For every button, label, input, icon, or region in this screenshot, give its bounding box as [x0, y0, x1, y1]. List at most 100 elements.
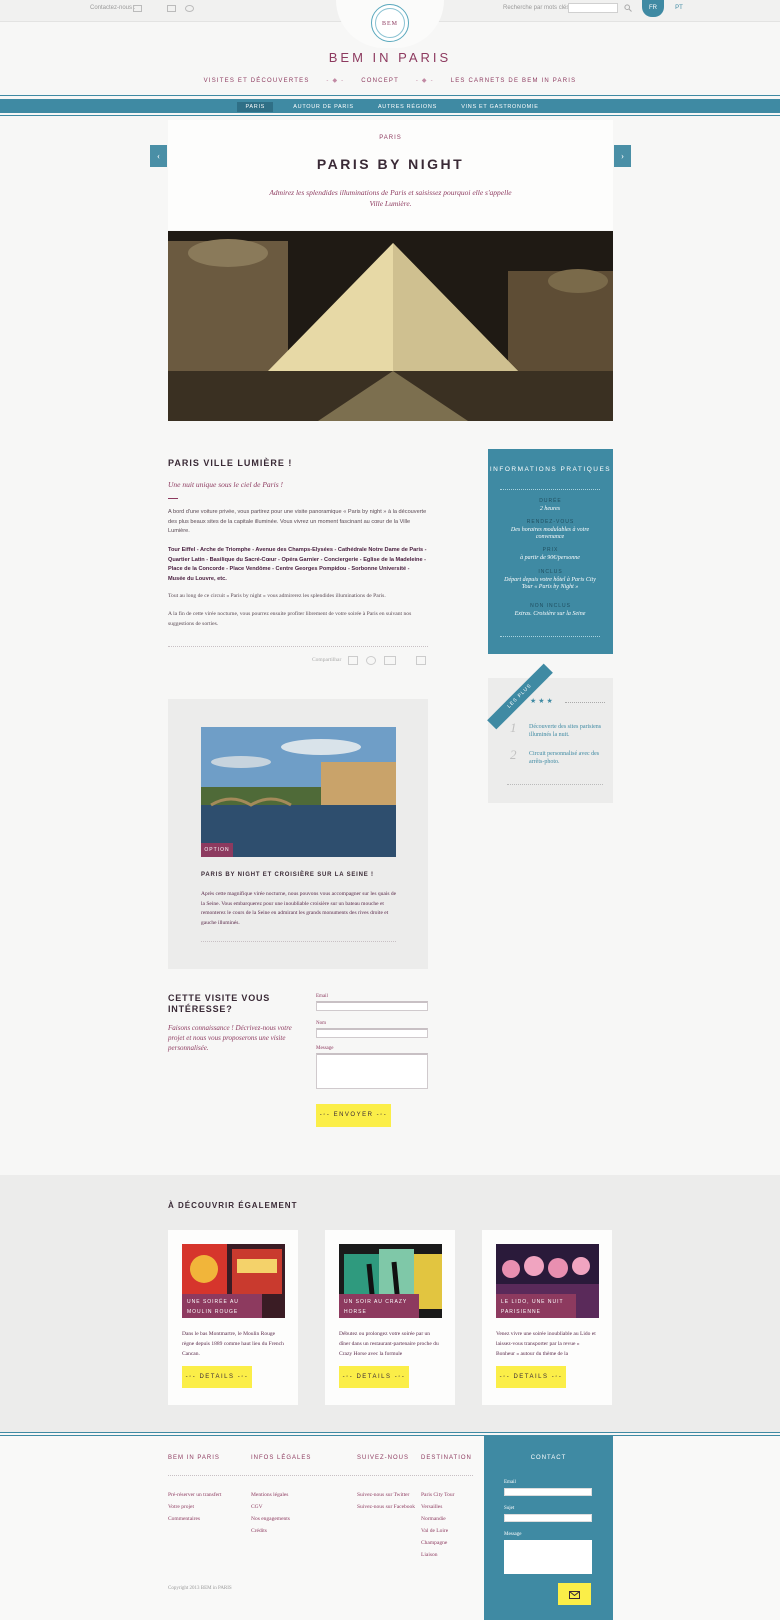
breadcrumb[interactable]: PARIS: [168, 135, 613, 141]
brand-name[interactable]: BEM IN PARIS: [0, 50, 780, 65]
interest-text: Faisons connaissance ! Décrivez-nous vot…: [168, 1024, 292, 1052]
divider: [500, 636, 600, 637]
footer-link[interactable]: Liaison: [421, 1549, 438, 1561]
subnav-item-vins[interactable]: VINS ET GASTRONOMIE: [457, 104, 542, 110]
search-input[interactable]: [568, 3, 618, 13]
message-field[interactable]: [316, 1053, 428, 1089]
facebook-icon[interactable]: [167, 5, 176, 12]
info-key: NON INCLUS: [530, 603, 571, 609]
footer-link[interactable]: Champagne: [421, 1537, 447, 1549]
highlight-number: 2: [510, 747, 517, 762]
subnav-item-autour[interactable]: AUTOUR DE PARIS: [289, 104, 357, 110]
info-key: INCLUS: [538, 569, 563, 575]
contact-label: Contactez-nous :: [90, 5, 136, 11]
search-icon[interactable]: [624, 4, 632, 12]
star-icon: ★★★: [530, 697, 555, 705]
info-key: DURÉE: [539, 498, 562, 504]
contact-message-field[interactable]: [504, 1540, 592, 1574]
divider: [168, 498, 178, 499]
footer: [0, 1436, 780, 1620]
info-value: Départ depuis votre hôtel à Paris City T…: [504, 577, 596, 590]
contact-title: CONTACT: [530, 1455, 567, 1461]
details-button[interactable]: -◦- DETAILS -◦-: [182, 1366, 252, 1388]
footer-link[interactable]: Val de Loire: [421, 1525, 448, 1537]
option-title: PARIS BY NIGHT ET CROISIÈRE SUR LA SEINE…: [201, 872, 374, 878]
details-button[interactable]: -◦- DETAILS -◦-: [496, 1366, 566, 1388]
footer-link[interactable]: Suivez-nous sur Facebook: [357, 1501, 415, 1513]
print-icon[interactable]: [416, 656, 426, 665]
nav-separator: - ◆ -: [415, 78, 434, 84]
nav-item-visites[interactable]: VISITES ET DÉCOUVERTES: [204, 78, 310, 84]
prev-arrow-icon[interactable]: ‹: [150, 145, 167, 167]
contact-message-label: Message: [504, 1532, 522, 1537]
email-field[interactable]: [316, 1001, 428, 1011]
footer-link[interactable]: Votre projet: [168, 1501, 194, 1513]
nom-label: Nom: [316, 1021, 326, 1026]
card-badge: UN SOIR AU CRAZY HORSE: [339, 1294, 419, 1318]
footer-link[interactable]: Mentions légales: [251, 1489, 288, 1501]
info-key: RENDEZ-VOUS: [526, 519, 575, 525]
footer-link[interactable]: Versailles: [421, 1501, 442, 1513]
contact-sujet-field[interactable]: [504, 1514, 592, 1522]
footer-link[interactable]: Suivez-nous sur Twitter: [357, 1489, 409, 1501]
footer-link[interactable]: Nos engagements: [251, 1513, 290, 1525]
divider: [168, 646, 428, 647]
option-text: Après cette magnifique virée nocturne, n…: [201, 891, 397, 926]
highlight-text: Circuit personnalisé avec des arrêts-pho…: [529, 751, 600, 765]
interest-title: CETTE VISITE VOUS INTÉRESSE?: [168, 993, 271, 1014]
subnav-item-regions[interactable]: AUTRES RÉGIONS: [374, 104, 441, 110]
intro-text: Admirez les splendides illuminations de …: [269, 188, 512, 208]
nav-item-carnets[interactable]: LES CARNETS DE BEM IN PARIS: [451, 78, 577, 84]
footer-brand[interactable]: BEM IN PARIS: [168, 1455, 220, 1461]
email-label: Email: [316, 994, 328, 999]
twitter-icon[interactable]: [185, 5, 194, 12]
option-badge: OPTION: [201, 843, 233, 857]
subnav-divider: [0, 115, 780, 116]
footer-link[interactable]: Crédits: [251, 1525, 267, 1537]
copyright: Copyright 2013 BEM in PARIS: [168, 1586, 232, 1591]
details-button[interactable]: -◦- DETAILS -◦-: [339, 1366, 409, 1388]
subnav-item-paris[interactable]: PARIS: [237, 102, 274, 112]
paragraph: A la fin de cette virée nocturne, vous p…: [168, 611, 412, 627]
nav-separator: - ◆ -: [326, 78, 345, 84]
highlight-text: Découverte des sites parisiens illuminés…: [529, 724, 602, 738]
footer-link[interactable]: CGV: [251, 1501, 263, 1513]
divider: [168, 1475, 473, 1476]
nav-item-concept[interactable]: CONCEPT: [361, 78, 399, 84]
nom-field[interactable]: [316, 1028, 428, 1038]
sites-list: Tour Eiffel - Arche de Triomphe - Avenue…: [168, 547, 427, 582]
main-nav: VISITES ET DÉCOUVERTES - ◆ - CONCEPT - ◆…: [0, 77, 780, 84]
page-title: PARIS BY NIGHT: [316, 156, 465, 172]
discover-title: À DÉCOUVRIR ÉGALEMENT: [168, 1201, 298, 1210]
lang-pt-button[interactable]: PT: [670, 0, 688, 17]
footer-link[interactable]: Paris City Tour: [421, 1489, 454, 1501]
logo-text[interactable]: BEM: [375, 8, 405, 38]
highlight-number: 1: [510, 720, 517, 735]
info-key: PRIX: [542, 547, 559, 553]
twitter-share-icon[interactable]: [366, 656, 376, 665]
footer-col-title: SUIVEZ-NOUS: [357, 1455, 410, 1461]
message-label: Message: [316, 1046, 334, 1051]
seine-image: [201, 727, 396, 857]
divider: [565, 702, 605, 703]
next-arrow-icon[interactable]: ›: [614, 145, 631, 167]
footer-link[interactable]: Pré-réserver un transfert: [168, 1489, 221, 1501]
email-share-icon[interactable]: [384, 656, 396, 665]
card-text: Venez vivre une soirée inoubliable au Li…: [496, 1331, 596, 1357]
envoyer-button[interactable]: -◦- ENVOYER -◦-: [316, 1104, 391, 1127]
send-button[interactable]: [558, 1583, 591, 1605]
subnav-divider: [0, 95, 780, 96]
contact-email-field[interactable]: [504, 1488, 592, 1496]
mail-icon[interactable]: [133, 5, 142, 12]
contact-sujet-label: Sujet: [504, 1506, 515, 1511]
divider: [201, 941, 396, 942]
footer-link[interactable]: Commentaires: [168, 1513, 200, 1525]
footer-link[interactable]: Normandie: [421, 1513, 446, 1525]
envelope-icon: [569, 1590, 580, 1599]
contact-email-label: Email: [504, 1480, 516, 1485]
footer-contact-panel: [484, 1436, 613, 1620]
footer-col-title: DESTINATION: [421, 1455, 472, 1461]
facebook-share-icon[interactable]: [348, 656, 358, 665]
hero-image: [168, 231, 613, 421]
info-value: 2 heures: [539, 506, 561, 512]
